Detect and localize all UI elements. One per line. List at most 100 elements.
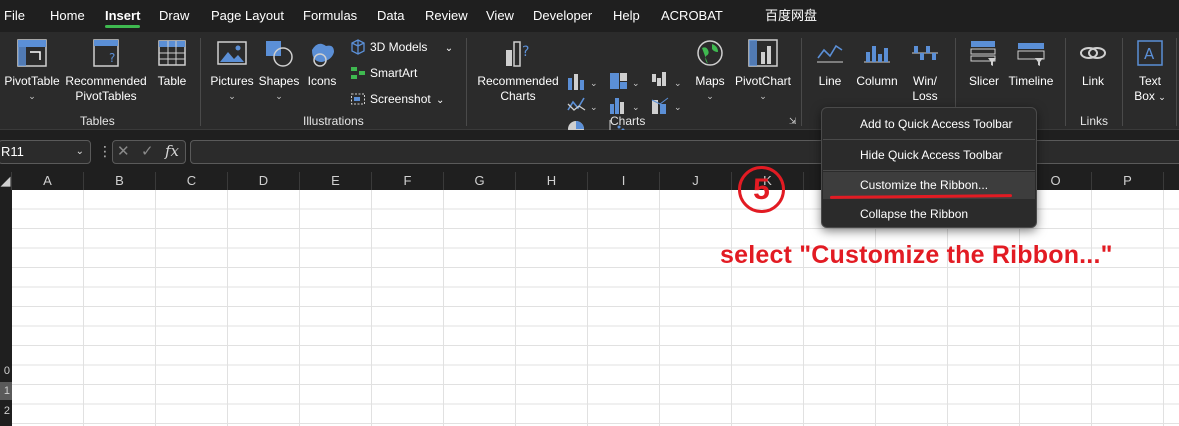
- icons-button[interactable]: Icons: [302, 32, 342, 112]
- row-header[interactable]: 0: [0, 362, 12, 380]
- globe-icon: [697, 40, 723, 66]
- chevron-down-icon[interactable]: ⌄: [76, 141, 84, 163]
- charts-dialog-launcher-icon[interactable]: ⇲: [789, 116, 797, 127]
- ribbon-tab-bar: File Home Insert Draw Page Layout Formul…: [0, 0, 1179, 32]
- slicer-icon: [970, 41, 996, 66]
- column-header[interactable]: A: [12, 172, 84, 190]
- tab-draw[interactable]: Draw: [159, 0, 189, 32]
- insert-function-icon[interactable]: fx: [165, 142, 179, 160]
- pivottable-button[interactable]: PivotTable ⌄: [2, 32, 62, 112]
- tab-developer[interactable]: Developer: [533, 0, 592, 32]
- column-header[interactable]: H: [516, 172, 588, 190]
- hierarchy-chart-icon[interactable]: ⌄: [608, 70, 642, 92]
- maps-button[interactable]: Maps ⌄: [690, 32, 730, 112]
- menu-item-add-to-quick-access-toolbar[interactable]: Add to Quick Access Toolbar: [860, 117, 1013, 131]
- annotation-instruction: select "Customize the Ribbon...": [720, 241, 1113, 269]
- column-header[interactable]: C: [156, 172, 228, 190]
- group-label-charts: Charts: [610, 114, 646, 128]
- group-separator: [1176, 38, 1177, 126]
- menu-separator: [823, 139, 1035, 140]
- svg-text:⌄: ⌄: [590, 102, 598, 112]
- recommended-charts-icon: ?: [506, 41, 529, 67]
- row-header[interactable]: 1: [0, 382, 12, 400]
- smartart-icon: [351, 67, 365, 79]
- link-button[interactable]: Link: [1072, 32, 1114, 112]
- textbox-icon: A: [1137, 40, 1163, 66]
- row-header[interactable]: 2: [0, 402, 12, 420]
- svg-text:?: ?: [522, 44, 529, 60]
- column-header[interactable]: G: [444, 172, 516, 190]
- cube-icon: [351, 39, 365, 55]
- textbox-button[interactable]: A Text Box ⌄: [1128, 32, 1172, 112]
- sparkline-column-button[interactable]: Column: [852, 32, 902, 112]
- 3d-models-button[interactable]: 3D Models ⌄: [350, 36, 453, 58]
- group-separator: [801, 38, 802, 126]
- timeline-icon: [1017, 43, 1045, 66]
- table-icon: [158, 40, 186, 66]
- menu-item-collapse-the-ribbon[interactable]: Collapse the Ribbon: [860, 207, 968, 221]
- tab-data[interactable]: Data: [377, 0, 404, 32]
- table-button[interactable]: Table: [150, 32, 194, 112]
- shapes-button[interactable]: Shapes ⌄: [258, 32, 300, 112]
- ribbon-context-menu: Add to Quick Access Toolbar Hide Quick A…: [821, 107, 1037, 228]
- tab-acrobat[interactable]: ACROBAT: [661, 0, 723, 32]
- group-separator: [200, 38, 201, 126]
- group-label-links: Links: [1080, 114, 1109, 128]
- column-header[interactable]: P: [1092, 172, 1164, 190]
- recommended-pivottables-button[interactable]: ? Recommended PivotTables: [64, 32, 148, 112]
- pivotchart-icon: [748, 39, 778, 67]
- svg-text:⌄: ⌄: [632, 102, 640, 112]
- tab-page-layout[interactable]: Page Layout: [211, 0, 284, 32]
- group-separator: [466, 38, 467, 126]
- column-header[interactable]: [1164, 172, 1179, 190]
- timeline-button[interactable]: Timeline: [1006, 32, 1056, 112]
- group-label-tables: Tables: [80, 114, 115, 128]
- group-separator: [1065, 38, 1066, 126]
- cancel-icon[interactable]: ✕: [117, 142, 130, 160]
- recommended-pivottables-icon: ?: [93, 39, 119, 67]
- pivottable-icon: [17, 39, 47, 67]
- tab-insert[interactable]: Insert: [105, 0, 141, 32]
- more-options-icon[interactable]: ⋮: [98, 143, 112, 160]
- name-box[interactable]: R11 ⌄: [0, 140, 91, 164]
- tab-review[interactable]: Review: [425, 0, 468, 32]
- column-header[interactable]: D: [228, 172, 300, 190]
- waterfall-chart-icon[interactable]: ⌄: [650, 70, 684, 92]
- svg-text:⌄: ⌄: [590, 78, 598, 88]
- recommended-charts-button[interactable]: ? Recommended Charts: [472, 32, 564, 112]
- tab-home[interactable]: Home: [50, 0, 85, 32]
- enter-icon[interactable]: ✓: [141, 142, 154, 160]
- column-chart-icon[interactable]: ⌄: [566, 70, 600, 92]
- column-header[interactable]: J: [660, 172, 732, 190]
- tab-formulas[interactable]: Formulas: [303, 0, 357, 32]
- menu-item-hide-quick-access-toolbar[interactable]: Hide Quick Access Toolbar: [860, 148, 1003, 162]
- row-headers: 0 1 2: [0, 190, 12, 426]
- column-header[interactable]: F: [372, 172, 444, 190]
- svg-text:⌄: ⌄: [674, 78, 682, 88]
- pivotchart-button[interactable]: PivotChart ⌄: [732, 32, 794, 112]
- column-header[interactable]: E: [300, 172, 372, 190]
- combo-chart-icon[interactable]: ⌄: [650, 94, 684, 116]
- screenshot-button[interactable]: Screenshot ⌄: [350, 88, 444, 110]
- line-chart-icon[interactable]: ⌄: [566, 94, 600, 116]
- tab-view[interactable]: View: [486, 0, 514, 32]
- tab-file[interactable]: File: [4, 0, 25, 32]
- statistic-chart-icon[interactable]: ⌄: [608, 94, 642, 116]
- tab-baidu-netdisk[interactable]: 百度网盘: [765, 0, 817, 32]
- smartart-button[interactable]: SmartArt: [350, 62, 417, 84]
- annotation-step-number: 5: [753, 173, 770, 206]
- link-icon: [1080, 47, 1106, 59]
- column-header[interactable]: B: [84, 172, 156, 190]
- sparkline-line-button[interactable]: Line: [808, 32, 852, 112]
- tab-help[interactable]: Help: [613, 0, 640, 32]
- column-header[interactable]: I: [588, 172, 660, 190]
- svg-text:⌄: ⌄: [632, 78, 640, 88]
- menu-separator: [823, 170, 1035, 171]
- icons-icon: [312, 43, 334, 67]
- pictures-button[interactable]: Pictures ⌄: [206, 32, 258, 112]
- sparkline-winloss-button[interactable]: Win/Loss: [904, 32, 946, 112]
- formula-buttons: ✕ ✓ fx: [112, 140, 186, 164]
- slicer-button[interactable]: Slicer: [962, 32, 1006, 112]
- select-all-corner[interactable]: ◢: [0, 172, 12, 190]
- sparkline-line-icon: [817, 44, 843, 63]
